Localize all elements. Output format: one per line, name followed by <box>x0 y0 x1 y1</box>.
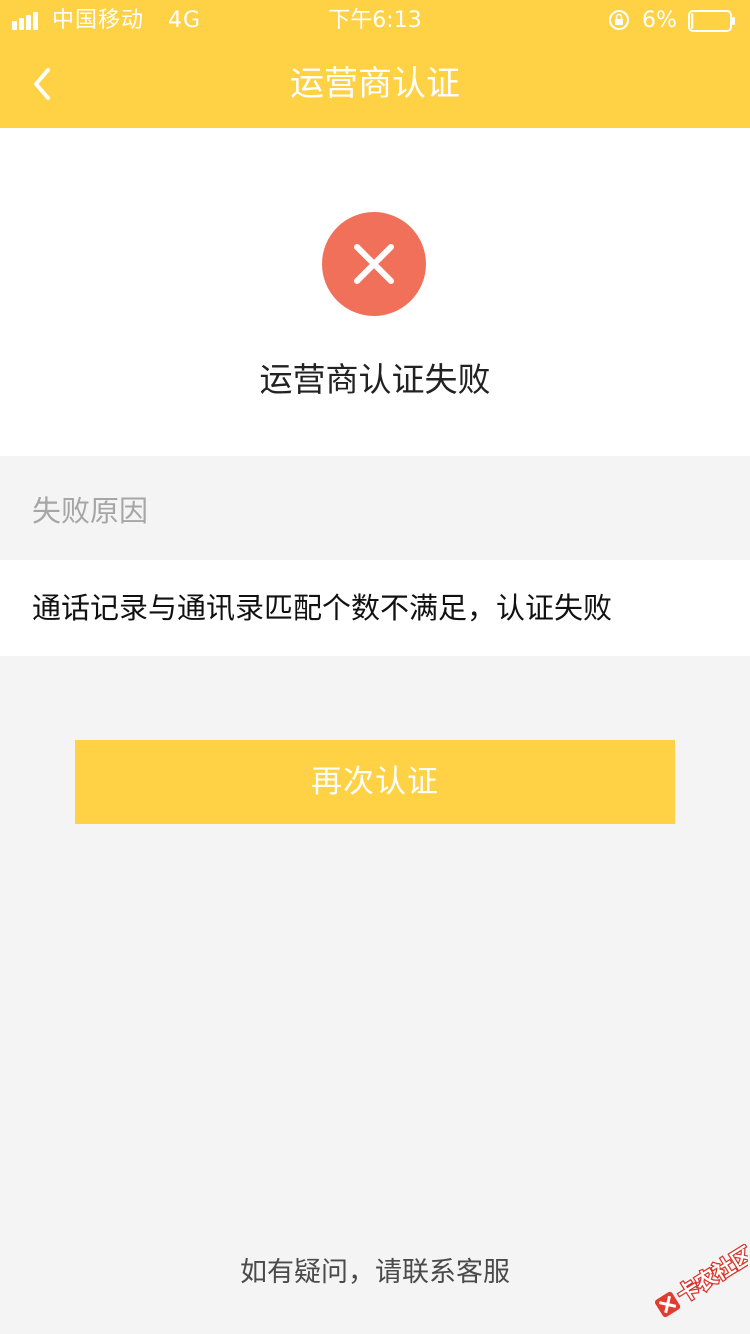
nav-bar: 运营商认证 <box>0 40 750 128</box>
retry-button[interactable]: 再次认证 <box>75 740 675 824</box>
result-message: 运营商认证失败 <box>259 360 491 399</box>
chevron-left-icon[interactable] <box>28 62 58 106</box>
error-x-icon <box>322 212 426 316</box>
reason-text: 通话记录与通讯录匹配个数不满足，认证失败 <box>32 591 613 625</box>
rotation-lock-icon <box>609 10 629 30</box>
page-title: 运营商认证 <box>290 64 460 104</box>
battery-percent: 6% <box>642 8 677 33</box>
reason-box: 通话记录与通讯录匹配个数不满足，认证失败 <box>0 560 750 656</box>
status-bar: 中国移动 4G 下午6:13 6% <box>0 0 750 40</box>
contact-service-link[interactable]: 如有疑问，请联系客服 <box>0 1248 750 1298</box>
status-time: 下午6:13 <box>328 8 422 33</box>
svg-text:卡农社区: 卡农社区 <box>673 1244 748 1307</box>
watermark-logo: 卡农社区 <box>654 1244 748 1318</box>
reason-label: 失败原因 <box>32 494 149 528</box>
battery-icon <box>688 10 735 32</box>
result-card: 运营商认证失败 <box>0 128 750 456</box>
header: 中国移动 4G 下午6:13 6% 运营商认证 <box>0 0 750 128</box>
